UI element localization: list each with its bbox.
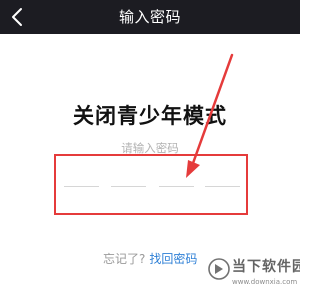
watermark-logo-icon	[208, 258, 230, 280]
watermark-url: www.downxia.com	[232, 278, 298, 286]
footer-row: 忘记了? 找回密码	[103, 250, 197, 267]
watermark-name: 当下软件园	[232, 259, 300, 275]
watermark: 当下软件园 www.downxia.com	[208, 255, 300, 295]
forgot-text: 忘记了?	[103, 252, 146, 266]
recover-password-link[interactable]: 找回密码	[149, 252, 197, 266]
screen: 输入密码 关闭青少年模式 请输入密码 忘记了? 找回密码 当下软件园 www.do…	[0, 0, 300, 295]
